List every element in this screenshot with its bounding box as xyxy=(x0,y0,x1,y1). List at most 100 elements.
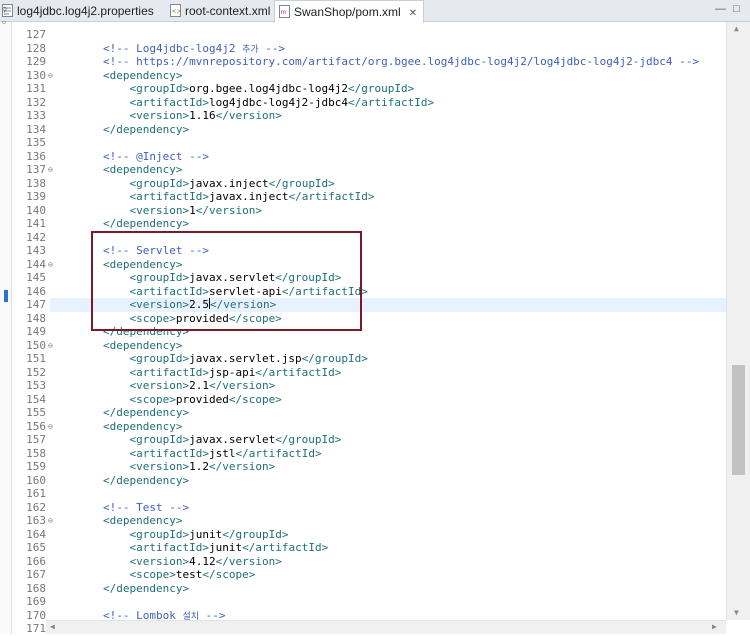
horizontal-scrollbar[interactable]: ◀ ▶ xyxy=(46,620,726,634)
current-line-marker xyxy=(4,290,8,302)
line-number: 147 xyxy=(26,298,46,311)
code-line[interactable]: <artifactId>jsp-api</artifactId> xyxy=(50,366,341,380)
line-number: 142 xyxy=(26,230,46,244)
code-line[interactable]: <!-- Test --> xyxy=(50,501,189,515)
line-number: 152 xyxy=(26,365,46,379)
line-number: 166 xyxy=(26,554,46,568)
tab-label: log4jdbc.log4j2.properties xyxy=(17,4,154,18)
code-line[interactable]: <dependency> xyxy=(50,339,182,353)
line-number: 129 xyxy=(26,55,46,68)
line-number: 153 xyxy=(26,379,46,392)
code-line[interactable]: <version>1.16</version> xyxy=(50,109,281,123)
overview-ruler: ⚲ ▫ xyxy=(0,6,12,634)
line-number: 131 xyxy=(26,82,46,95)
maven-pom-icon: m xyxy=(279,3,290,18)
line-number: 168 xyxy=(26,581,46,595)
line-number: 130 xyxy=(26,68,46,82)
code-line[interactable]: </dependency> xyxy=(50,474,189,488)
line-number: 162 xyxy=(26,500,46,514)
line-number: 149 xyxy=(26,325,46,338)
vertical-scrollbar[interactable]: ▲ ▼ xyxy=(726,22,750,620)
line-number: 155 xyxy=(26,406,46,419)
code-line[interactable]: <groupId>javax.servlet</groupId> xyxy=(50,433,341,447)
line-number: 137 xyxy=(26,163,46,176)
marker-icon: ▫ xyxy=(2,18,7,26)
line-number: 157 xyxy=(26,433,46,446)
tab-label: SwanShop/pom.xml xyxy=(294,5,401,19)
code-line[interactable]: <version>1.2</version> xyxy=(50,460,275,474)
line-number: 160 xyxy=(26,473,46,487)
line-number: 138 xyxy=(26,176,46,190)
scroll-right-icon[interactable]: ▶ xyxy=(712,622,717,631)
editor-tab-bar: log4jdbc.log4j2.properties <> root-conte… xyxy=(0,0,750,23)
pin-icon: ⚲ xyxy=(2,6,8,14)
line-number: 163 xyxy=(26,514,46,527)
code-line[interactable]: </dependency> xyxy=(50,123,189,137)
svg-text:m: m xyxy=(281,9,287,16)
line-number: 144 xyxy=(26,257,46,271)
code-line[interactable]: <version>1</version> xyxy=(50,204,261,218)
code-line[interactable]: <scope>provided</scope> xyxy=(50,393,281,407)
line-number: 165 xyxy=(26,541,46,554)
line-number: 139 xyxy=(26,190,46,203)
maximize-icon[interactable]: □ xyxy=(733,3,740,15)
code-line[interactable]: <version>2.1</version> xyxy=(50,379,275,393)
code-line[interactable]: <artifactId>log4jdbc-log4j2-jdbc4</artif… xyxy=(50,96,434,110)
line-number: 146 xyxy=(26,284,46,298)
line-number: 150 xyxy=(26,338,46,352)
line-number: 171 xyxy=(26,622,46,635)
line-number: 145 xyxy=(26,271,46,284)
code-line[interactable]: <groupId>javax.servlet.jsp</groupId> xyxy=(50,352,367,366)
code-line[interactable]: </dependency> xyxy=(50,406,189,420)
code-line[interactable]: <artifactId>jstl</artifactId> xyxy=(50,447,321,461)
code-line[interactable]: </dependency> xyxy=(50,582,189,596)
line-number: 158 xyxy=(26,446,46,460)
line-number: 148 xyxy=(26,311,46,325)
line-number: 154 xyxy=(26,392,46,406)
code-line[interactable]: <!-- Log4jdbc-log4j2 추가 --> xyxy=(50,42,285,56)
line-number: 136 xyxy=(26,149,46,163)
line-number: 133 xyxy=(26,109,46,122)
servlet-highlight-box xyxy=(91,231,362,331)
line-number: 151 xyxy=(26,352,46,365)
code-line[interactable]: <dependency> xyxy=(50,163,182,177)
code-line[interactable]: </dependency> xyxy=(50,217,189,231)
scroll-down-icon[interactable]: ▼ xyxy=(734,608,739,617)
svg-text:<>: <> xyxy=(172,8,182,15)
scroll-up-icon[interactable]: ▲ xyxy=(734,24,739,33)
line-number: 159 xyxy=(26,460,46,473)
tab-root-context[interactable]: <> root-context.xml xyxy=(170,0,270,22)
code-line[interactable]: <groupId>junit</groupId> xyxy=(50,528,288,542)
code-line[interactable]: <!-- @Inject --> xyxy=(50,150,209,164)
line-number: 134 xyxy=(26,122,46,136)
scrollbar-thumb[interactable] xyxy=(732,365,745,475)
line-number: 164 xyxy=(26,527,46,541)
code-line[interactable]: <dependency> xyxy=(50,69,182,83)
line-number: 167 xyxy=(26,568,46,581)
code-line[interactable]: <dependency> xyxy=(50,420,182,434)
code-line[interactable]: <artifactId>javax.inject</artifactId> xyxy=(50,190,374,204)
line-number-gutter: 127 128 129 130 ⊖ 131 132 133 134 135 136 137 ⊖ 138 13… xyxy=(12,22,53,635)
tab-label: root-context.xml xyxy=(185,4,271,18)
code-line[interactable]: <dependency> xyxy=(50,514,182,528)
code-line[interactable]: <scope>test</scope> xyxy=(50,568,255,582)
line-number: 127 xyxy=(26,28,46,41)
line-number: 135 xyxy=(26,136,46,149)
line-number: 143 xyxy=(26,244,46,257)
code-line[interactable]: <artifactId>junit</artifactId> xyxy=(50,541,328,555)
code-line[interactable]: <groupId>org.bgee.log4jdbc-log4j2</group… xyxy=(50,82,414,96)
code-line[interactable]: <!-- Lombok 설치 --> xyxy=(50,609,226,621)
code-line[interactable]: <!-- https://mvnrepository.com/artifact/… xyxy=(50,55,699,69)
line-number: 170 xyxy=(26,608,46,622)
line-number: 128 xyxy=(26,41,46,55)
code-line[interactable]: <version>4.12</version> xyxy=(50,555,281,569)
line-number: 132 xyxy=(26,95,46,109)
line-number: 169 xyxy=(26,595,46,608)
scroll-left-icon[interactable]: ◀ xyxy=(50,622,55,631)
line-number: 140 xyxy=(26,203,46,217)
code-line[interactable]: <groupId>javax.inject</groupId> xyxy=(50,177,334,191)
minimize-icon[interactable]: — xyxy=(715,3,726,15)
tab-log4jdbc-properties[interactable]: log4jdbc.log4j2.properties xyxy=(2,0,154,22)
line-number: 156 xyxy=(26,419,46,433)
tab-pom-xml[interactable]: m SwanShop/pom.xml ✕ xyxy=(274,0,425,23)
